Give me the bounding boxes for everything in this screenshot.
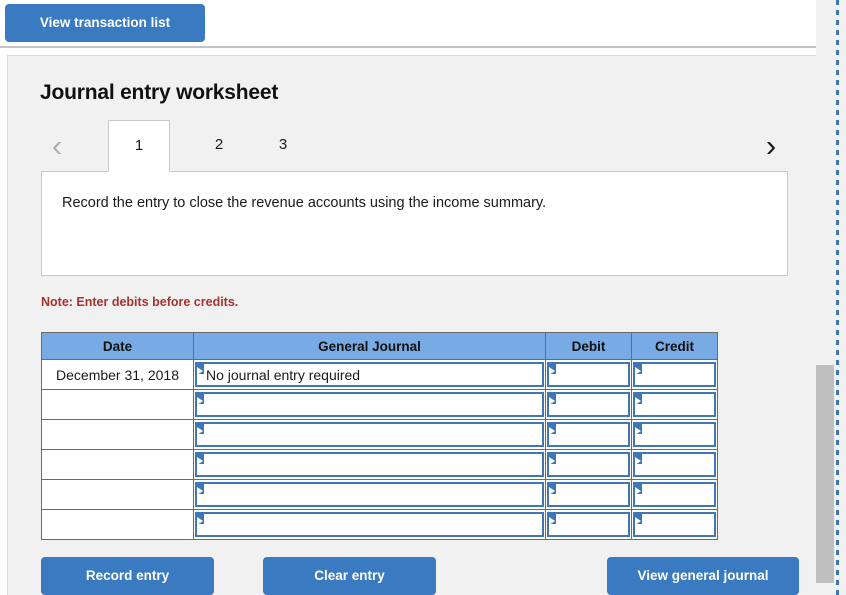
debit-cell-input[interactable]	[547, 422, 630, 447]
credit-cell-input[interactable]	[633, 452, 716, 477]
date-cell[interactable]	[41, 479, 194, 510]
debit-cell[interactable]	[545, 509, 632, 540]
cell-dropdown-triangle-icon[interactable]	[635, 424, 642, 435]
cell-dropdown-triangle-icon[interactable]	[197, 484, 204, 495]
cell-dropdown-triangle-icon[interactable]	[549, 514, 556, 525]
vertical-scrollbar-track[interactable]	[816, 0, 834, 595]
debit-cell[interactable]	[545, 419, 632, 450]
debit-cell[interactable]	[545, 449, 632, 480]
debit-cell-input[interactable]	[547, 362, 630, 387]
chevron-left-icon[interactable]: ‹	[40, 128, 74, 164]
debit-cell-input[interactable]	[547, 452, 630, 477]
clear-entry-button[interactable]: Clear entry	[263, 557, 436, 595]
general-journal-cell-input[interactable]: No journal entry required	[195, 362, 544, 387]
column-header-debit: Debit	[545, 332, 632, 360]
date-cell[interactable]	[41, 389, 194, 420]
date-cell[interactable]: December 31, 2018	[41, 359, 194, 390]
tab-2[interactable]: 2	[188, 120, 250, 172]
table-row	[41, 389, 718, 420]
credit-cell[interactable]	[631, 509, 718, 540]
debit-cell-input[interactable]	[547, 482, 630, 507]
table-row	[41, 419, 718, 450]
credit-cell-input[interactable]	[633, 482, 716, 507]
cell-dropdown-triangle-icon[interactable]	[549, 454, 556, 465]
table-header-row: Date General Journal Debit Credit	[41, 332, 718, 360]
chevron-right-icon[interactable]: ›	[754, 128, 788, 164]
cell-dropdown-triangle-icon[interactable]	[197, 514, 204, 525]
cell-dropdown-triangle-icon[interactable]	[635, 514, 642, 525]
general-journal-cell-input[interactable]	[195, 452, 544, 477]
credit-cell[interactable]	[631, 359, 718, 390]
general-journal-cell[interactable]: No journal entry required	[193, 359, 546, 390]
credit-cell-input[interactable]	[633, 362, 716, 387]
general-journal-cell-input[interactable]	[195, 482, 544, 507]
debit-cell-input[interactable]	[547, 512, 630, 537]
cell-dropdown-triangle-icon[interactable]	[549, 424, 556, 435]
column-header-date: Date	[41, 332, 194, 360]
description-text: Record the entry to close the revenue ac…	[62, 195, 547, 211]
cell-dropdown-triangle-icon[interactable]	[635, 364, 642, 375]
cell-dropdown-triangle-icon[interactable]	[635, 454, 642, 465]
view-general-journal-button[interactable]: View general journal	[607, 557, 799, 595]
top-bar: View transaction list	[0, 0, 818, 48]
table-row: December 31, 2018 No journal entry requir…	[41, 359, 718, 390]
description-box: Record the entry to close the revenue ac…	[41, 171, 788, 276]
date-cell[interactable]	[41, 419, 194, 450]
cell-dropdown-triangle-icon[interactable]	[635, 484, 642, 495]
column-header-general-journal: General Journal	[193, 332, 546, 360]
column-header-credit: Credit	[631, 332, 718, 360]
general-journal-cell[interactable]	[193, 419, 546, 450]
page-title: Journal entry worksheet	[40, 81, 279, 104]
note-text: Note: Enter debits before credits.	[41, 295, 239, 309]
view-transaction-list-button[interactable]: View transaction list	[5, 4, 205, 42]
general-journal-cell[interactable]	[193, 449, 546, 480]
general-journal-cell-value: No journal entry required	[206, 366, 361, 383]
general-journal-cell[interactable]	[193, 479, 546, 510]
credit-cell[interactable]	[631, 449, 718, 480]
credit-cell-input[interactable]	[633, 392, 716, 417]
cell-dropdown-triangle-icon[interactable]	[197, 394, 204, 405]
cell-dropdown-triangle-icon[interactable]	[197, 454, 204, 465]
credit-cell-input[interactable]	[633, 422, 716, 447]
date-cell[interactable]	[41, 449, 194, 480]
general-journal-cell[interactable]	[193, 389, 546, 420]
page-edge-dotted-line	[836, 0, 839, 595]
tab-3[interactable]: 3	[252, 120, 314, 172]
table-row	[41, 509, 718, 540]
cell-dropdown-triangle-icon[interactable]	[549, 394, 556, 405]
cell-dropdown-triangle-icon[interactable]	[549, 364, 556, 375]
cell-dropdown-triangle-icon[interactable]	[197, 424, 204, 435]
journal-entry-table: Date General Journal Debit Credit Decemb…	[41, 332, 718, 540]
table-row	[41, 479, 718, 510]
credit-cell-input[interactable]	[633, 512, 716, 537]
credit-cell[interactable]	[631, 479, 718, 510]
journal-entry-worksheet-panel: Journal entry worksheet ‹ 1 2 3 › Record…	[7, 55, 818, 595]
debit-cell[interactable]	[545, 389, 632, 420]
date-cell[interactable]	[41, 509, 194, 540]
table-row	[41, 449, 718, 480]
vertical-scrollbar-thumb[interactable]	[816, 365, 834, 583]
debit-cell[interactable]	[545, 359, 632, 390]
record-entry-button[interactable]: Record entry	[41, 557, 214, 595]
tab-strip: ‹ 1 2 3 ›	[40, 120, 788, 172]
credit-cell[interactable]	[631, 389, 718, 420]
general-journal-cell-input[interactable]	[195, 512, 544, 537]
general-journal-cell[interactable]	[193, 509, 546, 540]
cell-dropdown-triangle-icon[interactable]	[635, 394, 642, 405]
general-journal-cell-input[interactable]	[195, 392, 544, 417]
cell-dropdown-triangle-icon[interactable]	[197, 364, 204, 375]
cell-dropdown-triangle-icon[interactable]	[549, 484, 556, 495]
credit-cell[interactable]	[631, 419, 718, 450]
tab-1[interactable]: 1	[108, 120, 170, 172]
debit-cell[interactable]	[545, 479, 632, 510]
debit-cell-input[interactable]	[547, 392, 630, 417]
general-journal-cell-input[interactable]	[195, 422, 544, 447]
